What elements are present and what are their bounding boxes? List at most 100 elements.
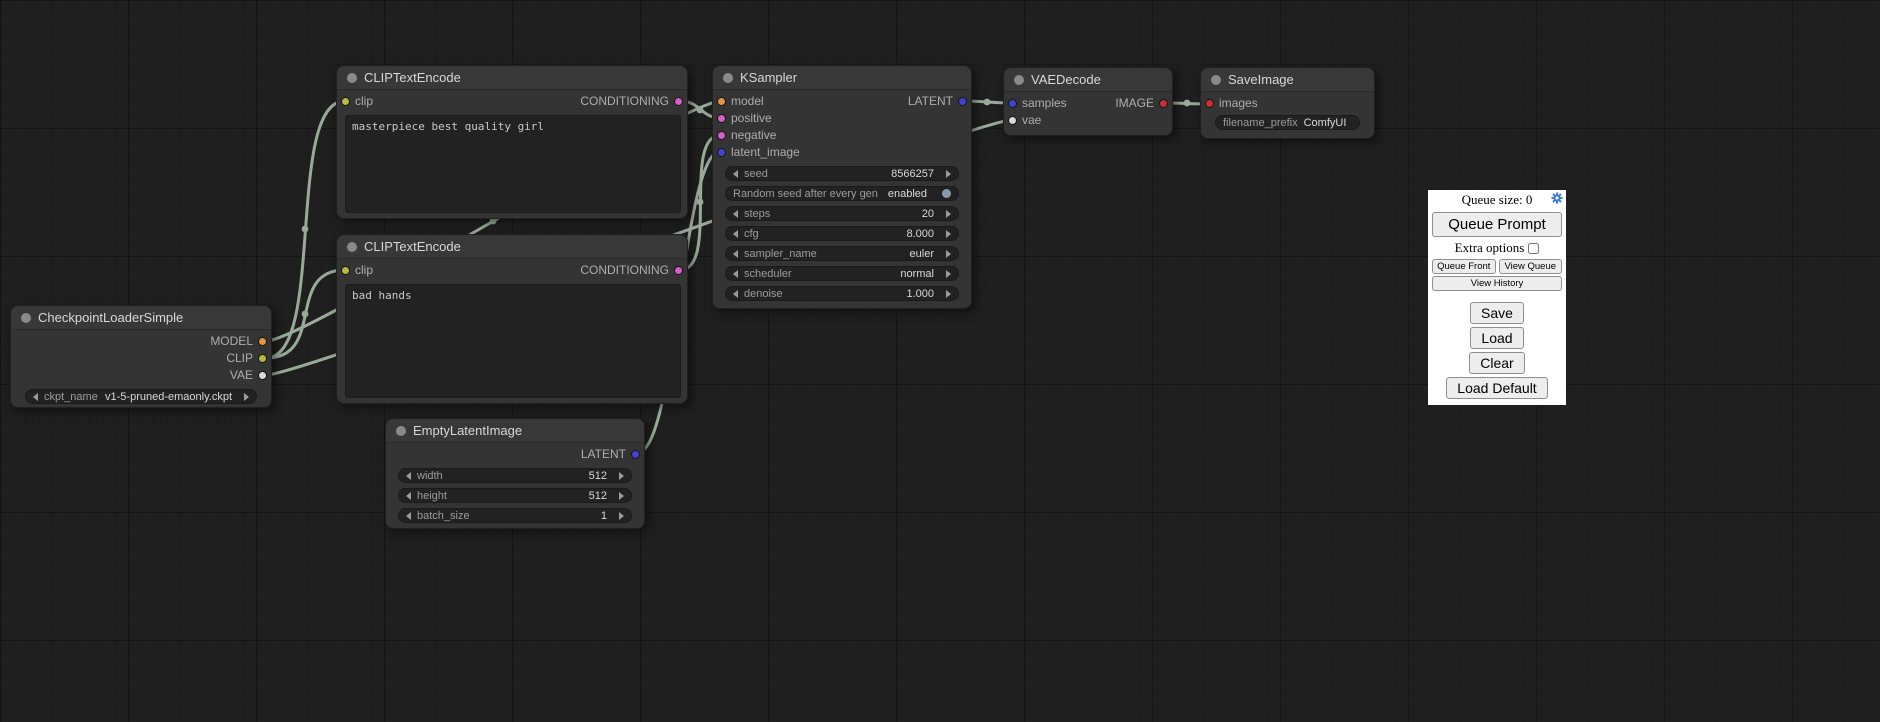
toggle-on-dot-icon[interactable] <box>942 189 951 198</box>
sampler-name-widget[interactable]: sampler_name euler <box>725 246 959 261</box>
extra-options-checkbox[interactable] <box>1528 243 1539 254</box>
decrement-arrow-icon[interactable] <box>406 492 411 500</box>
latent-image-input-dot[interactable] <box>717 148 726 157</box>
latent-output-dot[interactable] <box>958 97 967 106</box>
load-button[interactable]: Load <box>1470 327 1523 349</box>
filename-prefix-widget[interactable]: filename_prefix ComfyUI <box>1215 115 1360 130</box>
comfy-menu-panel: Queue size: 0 Queue Prompt Extra options… <box>1428 190 1566 405</box>
save-button[interactable]: Save <box>1470 302 1524 324</box>
increment-arrow-icon[interactable] <box>619 512 624 520</box>
conditioning-output-dot[interactable] <box>674 266 683 275</box>
increment-arrow-icon[interactable] <box>244 393 249 401</box>
cfg-widget[interactable]: cfg 8.000 <box>725 226 959 241</box>
conditioning-output-dot[interactable] <box>674 97 683 106</box>
queue-buttons-row: Queue Front View Queue <box>1432 259 1562 274</box>
decrement-arrow-icon[interactable] <box>406 472 411 480</box>
model-input-dot[interactable] <box>717 97 726 106</box>
scheduler-widget[interactable]: scheduler normal <box>725 266 959 281</box>
load-default-button[interactable]: Load Default <box>1446 377 1547 399</box>
link-midpoint-dot <box>697 199 704 206</box>
node-title-bar[interactable]: CLIPTextEncode <box>337 235 687 259</box>
negative-input-label: negative <box>731 127 776 144</box>
decrement-arrow-icon[interactable] <box>733 230 738 238</box>
clip-input-label: clip <box>355 262 373 279</box>
samples-input-dot[interactable] <box>1008 99 1017 108</box>
node-title-bar[interactable]: VAEDecode <box>1004 68 1172 92</box>
collapse-dot-icon[interactable] <box>21 313 31 323</box>
collapse-dot-icon[interactable] <box>723 73 733 83</box>
node-title-bar[interactable]: KSampler <box>713 66 971 90</box>
queue-front-button[interactable]: Queue Front <box>1432 259 1496 274</box>
model-output-dot[interactable] <box>258 337 267 346</box>
node-title-bar[interactable]: CLIPTextEncode <box>337 66 687 90</box>
negative-input-dot[interactable] <box>717 131 726 140</box>
collapse-dot-icon[interactable] <box>347 73 357 83</box>
view-history-button[interactable]: View History <box>1432 276 1562 291</box>
node-vae-decode[interactable]: VAEDecode samples IMAGE vae <box>1003 67 1173 136</box>
increment-arrow-icon[interactable] <box>946 290 951 298</box>
decrement-arrow-icon[interactable] <box>733 270 738 278</box>
clip-input-dot[interactable] <box>341 97 350 106</box>
slot-row: latent_image <box>713 144 971 161</box>
width-widget[interactable]: width 512 <box>398 468 632 483</box>
clear-button[interactable]: Clear <box>1469 352 1524 374</box>
decrement-arrow-icon[interactable] <box>733 210 738 218</box>
node-clip-text-encode-positive[interactable]: CLIPTextEncode clip CONDITIONING masterp… <box>336 65 688 219</box>
widget-label: sampler_name <box>744 248 817 260</box>
denoise-widget[interactable]: denoise 1.000 <box>725 286 959 301</box>
graph-canvas[interactable]: CheckpointLoaderSimple MODEL CLIP VAE ck… <box>0 0 1880 722</box>
images-input-dot[interactable] <box>1205 99 1214 108</box>
node-clip-text-encode-negative[interactable]: CLIPTextEncode clip CONDITIONING bad han… <box>336 234 688 404</box>
latent-output-dot[interactable] <box>631 450 640 459</box>
model-input-label: model <box>731 93 764 110</box>
clip-input-dot[interactable] <box>341 266 350 275</box>
widget-label: ckpt_name <box>44 391 98 403</box>
node-ksampler[interactable]: KSampler model LATENT positive negative … <box>712 65 972 309</box>
positive-input-dot[interactable] <box>717 114 726 123</box>
collapse-dot-icon[interactable] <box>1014 75 1024 85</box>
decrement-arrow-icon[interactable] <box>733 290 738 298</box>
images-input-label: images <box>1219 95 1258 112</box>
collapse-dot-icon[interactable] <box>396 426 406 436</box>
decrement-arrow-icon[interactable] <box>406 512 411 520</box>
settings-gear-icon[interactable] <box>1551 192 1563 204</box>
random-seed-toggle-widget[interactable]: Random seed after every gen enabled <box>725 186 959 201</box>
increment-arrow-icon[interactable] <box>619 472 624 480</box>
vae-output-dot[interactable] <box>258 371 267 380</box>
decrement-arrow-icon[interactable] <box>33 393 38 401</box>
queue-prompt-button[interactable]: Queue Prompt <box>1432 212 1562 237</box>
node-checkpoint-loader-simple[interactable]: CheckpointLoaderSimple MODEL CLIP VAE ck… <box>10 305 272 408</box>
view-queue-button[interactable]: View Queue <box>1499 259 1563 274</box>
node-title-bar[interactable]: SaveImage <box>1201 68 1374 92</box>
positive-prompt-textarea[interactable]: masterpiece best quality girl <box>345 115 681 213</box>
slot-row: MODEL <box>11 333 271 350</box>
increment-arrow-icon[interactable] <box>946 270 951 278</box>
increment-arrow-icon[interactable] <box>946 210 951 218</box>
widget-value: 512 <box>589 490 613 502</box>
image-output-dot[interactable] <box>1159 99 1168 108</box>
decrement-arrow-icon[interactable] <box>733 250 738 258</box>
batch-size-widget[interactable]: batch_size 1 <box>398 508 632 523</box>
increment-arrow-icon[interactable] <box>619 492 624 500</box>
slot-row: positive <box>713 110 971 127</box>
widget-label: Random seed after every gen <box>733 188 878 200</box>
positive-input-label: positive <box>731 110 772 127</box>
seed-widget[interactable]: seed 8566257 <box>725 166 959 181</box>
slot-row: vae <box>1004 112 1172 129</box>
negative-prompt-textarea[interactable]: bad hands <box>345 284 681 398</box>
node-empty-latent-image[interactable]: EmptyLatentImage LATENT width 512 height… <box>385 418 645 529</box>
collapse-dot-icon[interactable] <box>347 242 357 252</box>
increment-arrow-icon[interactable] <box>946 230 951 238</box>
node-title-bar[interactable]: CheckpointLoaderSimple <box>11 306 271 330</box>
increment-arrow-icon[interactable] <box>946 250 951 258</box>
vae-input-dot[interactable] <box>1008 116 1017 125</box>
node-title-bar[interactable]: EmptyLatentImage <box>386 419 644 443</box>
clip-output-dot[interactable] <box>258 354 267 363</box>
ckpt-name-widget[interactable]: ckpt_name v1-5-pruned-emaonly.ckpt <box>25 389 257 404</box>
height-widget[interactable]: height 512 <box>398 488 632 503</box>
decrement-arrow-icon[interactable] <box>733 170 738 178</box>
node-save-image[interactable]: SaveImage images filename_prefix ComfyUI <box>1200 67 1375 139</box>
collapse-dot-icon[interactable] <box>1211 75 1221 85</box>
steps-widget[interactable]: steps 20 <box>725 206 959 221</box>
increment-arrow-icon[interactable] <box>946 170 951 178</box>
